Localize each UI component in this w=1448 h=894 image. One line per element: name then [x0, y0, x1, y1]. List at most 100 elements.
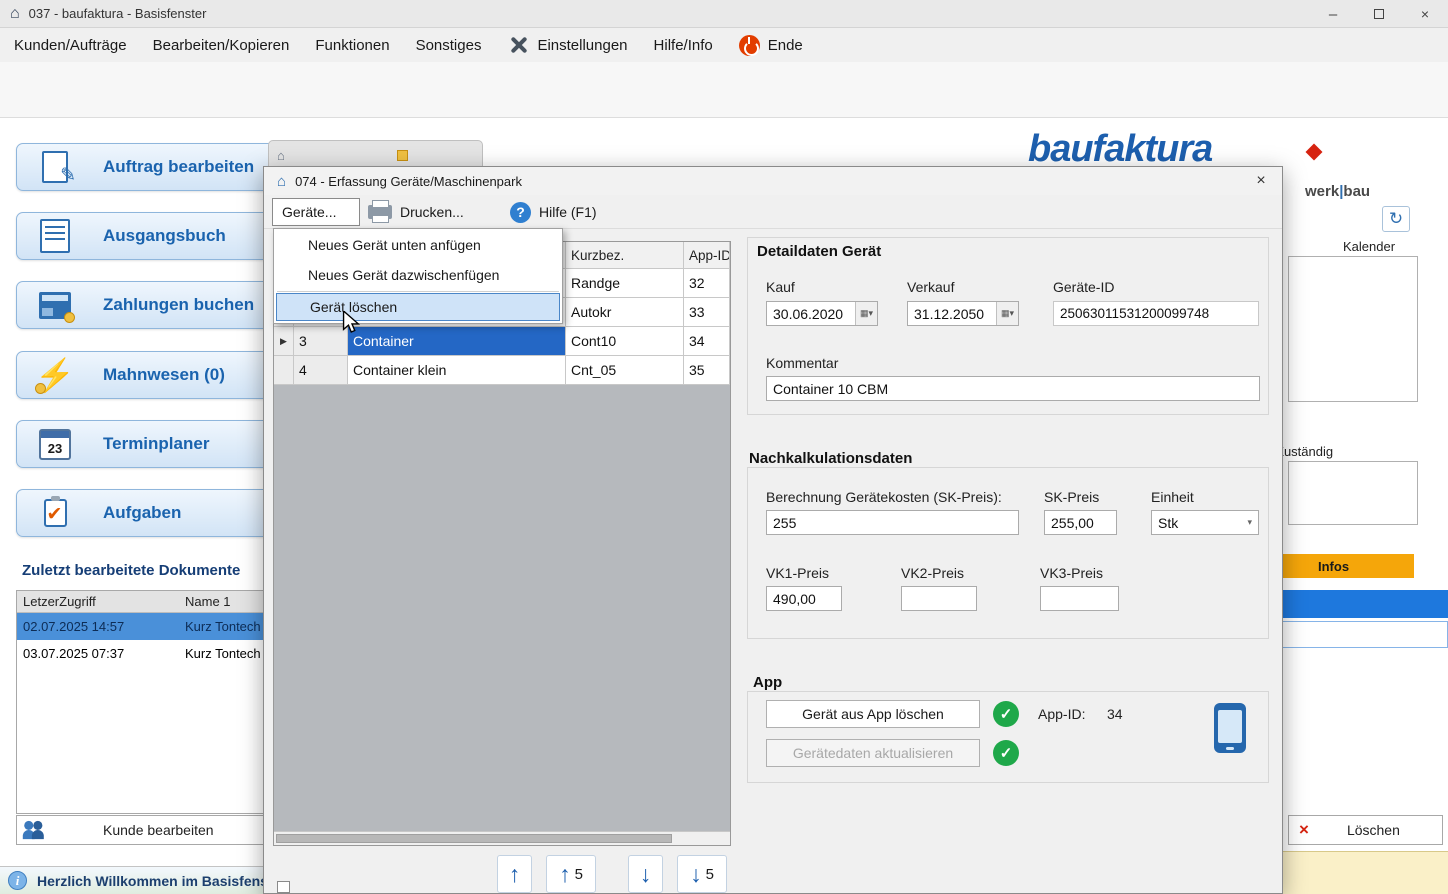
baufaktura-logo: baufaktura — [1028, 128, 1212, 171]
main-menubar: Kunden/Aufträge Bearbeiten/Kopieren Funk… — [0, 28, 1448, 62]
geraete-dialog: ⌂ 074 - Erfassung Geräte/Maschinenpark ×… — [263, 166, 1283, 894]
vk3-preis-input[interactable] — [1040, 586, 1119, 611]
close-button[interactable]: × — [1402, 0, 1448, 28]
minimize-button[interactable]: – — [1310, 0, 1356, 28]
geraete-id-value: 25063011531200099748 — [1053, 301, 1259, 326]
main-toolbar — [0, 62, 1448, 118]
sk-preis-label: SK-Preis — [1044, 489, 1099, 505]
column-letzer-zugriff[interactable]: LetzerZugriff — [17, 591, 179, 612]
date-picker-icon[interactable]: ▦▾ — [996, 302, 1018, 325]
smartphone-icon — [1214, 703, 1246, 753]
home-icon: ⌂ — [10, 5, 20, 23]
application-window: ⌂ 037 - baufaktura - Basisfenster – × Ku… — [0, 0, 1448, 894]
calendar-icon: 23 — [33, 429, 77, 460]
kalender-label: Kalender — [1343, 239, 1395, 254]
refresh-button[interactable]: ↻ — [1382, 206, 1410, 232]
selected-list-item[interactable] — [1262, 590, 1448, 618]
nav-down-button[interactable]: ↓ — [628, 855, 663, 893]
vk3-preis-label: VK3-Preis — [1040, 565, 1103, 581]
window-title: 037 - baufaktura - Basisfenster — [29, 6, 207, 21]
mouse-cursor — [342, 311, 362, 334]
list-item[interactable] — [1262, 621, 1448, 648]
maximize-button[interactable] — [1356, 0, 1402, 28]
menu-einstellungen[interactable]: Einstellungen — [507, 34, 627, 56]
column-kurzbez[interactable]: Kurzbez. — [566, 242, 684, 268]
einheit-select[interactable]: Stk ▾ — [1151, 510, 1259, 535]
help-icon: ? — [510, 202, 531, 223]
kommentar-input[interactable]: Container 10 CBM — [766, 376, 1260, 401]
status-message: Herzlich Willkommen im Basisfenster — [37, 873, 286, 889]
nav-up-button[interactable]: ↑ — [497, 855, 532, 893]
row-marker-icon: ▶ — [274, 327, 294, 355]
loeschen-button[interactable]: × Löschen — [1288, 815, 1443, 845]
nav-down-5-button[interactable]: ↓ 5 — [677, 855, 727, 893]
berechnung-input[interactable]: 255 — [766, 510, 1019, 535]
geraete-id-label: Geräte-ID — [1053, 279, 1114, 295]
app-id-label: App-ID: — [1038, 706, 1085, 722]
detaildaten-title: Detaildaten Gerät — [757, 243, 881, 260]
window-icon — [397, 150, 408, 161]
kalender-panel — [1288, 256, 1418, 402]
menu-funktionen[interactable]: Funktionen — [315, 37, 389, 54]
menu-hilfe-info[interactable]: Hilfe/Info — [654, 37, 713, 54]
customer-edit-icon — [17, 816, 51, 844]
dialog-titlebar: ⌂ 074 - Erfassung Geräte/Maschinenpark — [264, 167, 1282, 195]
nav-up-5-button[interactable]: ↑ 5 — [546, 855, 596, 893]
date-picker-icon[interactable]: ▦▾ — [855, 302, 877, 325]
sk-preis-input[interactable]: 255,00 — [1044, 510, 1117, 535]
power-icon — [739, 35, 760, 56]
geraete-menu-button[interactable]: Geräte... — [272, 198, 360, 226]
horizontal-scrollbar[interactable] — [274, 831, 730, 845]
verkauf-date-input[interactable]: 31.12.2050 ▦▾ — [907, 301, 1019, 326]
arrow-up-icon: ↑ — [509, 863, 521, 886]
menu-kunden-auftraege[interactable]: Kunden/Aufträge — [14, 37, 127, 54]
menu-sonstiges[interactable]: Sonstiges — [416, 37, 482, 54]
ledger-icon — [33, 219, 77, 253]
lightning-icon: ⚡ — [33, 356, 77, 394]
vk1-preis-input[interactable]: 490,00 — [766, 586, 842, 611]
zustaendig-label: Zuständig — [1276, 444, 1333, 459]
menu-item-neues-geraet-dazwischen[interactable]: Neues Gerät dazwischenfügen — [275, 260, 561, 290]
cash-register-icon — [33, 292, 77, 319]
red-cross-icon: × — [1299, 820, 1309, 840]
kauf-date-input[interactable]: 30.06.2020 ▦▾ — [766, 301, 878, 326]
menu-separator — [277, 291, 559, 292]
menu-bearbeiten-kopieren[interactable]: Bearbeiten/Kopieren — [153, 37, 290, 54]
app-id-value: 34 — [1107, 706, 1123, 722]
nachkalkulation-title: Nachkalkulationsdaten — [749, 450, 912, 467]
vk1-preis-label: VK1-Preis — [766, 565, 829, 581]
table-empty-area — [274, 385, 730, 831]
vk2-preis-input[interactable] — [901, 586, 977, 611]
chevron-down-icon: ▾ — [1247, 517, 1252, 528]
task-check-icon: ✔ — [33, 499, 77, 527]
geraete-context-menu: Neues Gerät unten anfügen Neues Gerät da… — [273, 228, 563, 324]
info-icon: i — [8, 871, 27, 890]
scrollbar-thumb[interactable] — [276, 834, 672, 843]
berechnung-label: Berechnung Gerätekosten (SK-Preis): — [766, 489, 1002, 505]
home-icon: ⌂ — [277, 148, 285, 163]
menu-item-geraet-loeschen[interactable]: Gerät löschen — [276, 293, 560, 321]
kauf-label: Kauf — [766, 279, 795, 295]
dialog-menubar: Geräte... Drucken... ? Hilfe (F1) — [264, 195, 1282, 229]
document-edit-icon: ✎ — [33, 151, 77, 183]
geraetedaten-aktualisieren-button[interactable]: Gerätedaten aktualisieren — [766, 739, 980, 767]
infos-badge[interactable]: Infos — [1262, 554, 1414, 578]
menu-ende[interactable]: Ende — [739, 35, 803, 56]
arrow-down-icon: ↓ — [690, 863, 702, 886]
geraet-aus-app-loeschen-button[interactable]: Gerät aus App löschen — [766, 700, 980, 728]
refresh-icon: ↻ — [1389, 209, 1403, 229]
window-titlebar: ⌂ 037 - baufaktura - Basisfenster – × — [0, 0, 1448, 28]
einheit-label: Einheit — [1151, 489, 1194, 505]
drucken-menu-button[interactable]: Drucken... — [368, 198, 464, 226]
arrow-up-icon: ↑ — [559, 863, 571, 886]
hilfe-menu-button[interactable]: ? Hilfe (F1) — [510, 198, 597, 226]
dialog-title: 074 - Erfassung Geräte/Maschinenpark — [295, 174, 522, 189]
home-icon: ⌂ — [277, 173, 286, 190]
dialog-checkbox[interactable] — [277, 881, 290, 893]
menu-item-neues-geraet-unten[interactable]: Neues Gerät unten anfügen — [275, 230, 561, 260]
column-appid[interactable]: App-ID — [684, 242, 730, 268]
app-section-title: App — [753, 674, 782, 691]
dialog-close-button[interactable]: × — [1250, 171, 1272, 191]
zustaendig-panel — [1288, 461, 1418, 525]
table-row[interactable]: 4 Container klein Cnt_05 35 — [274, 356, 730, 385]
